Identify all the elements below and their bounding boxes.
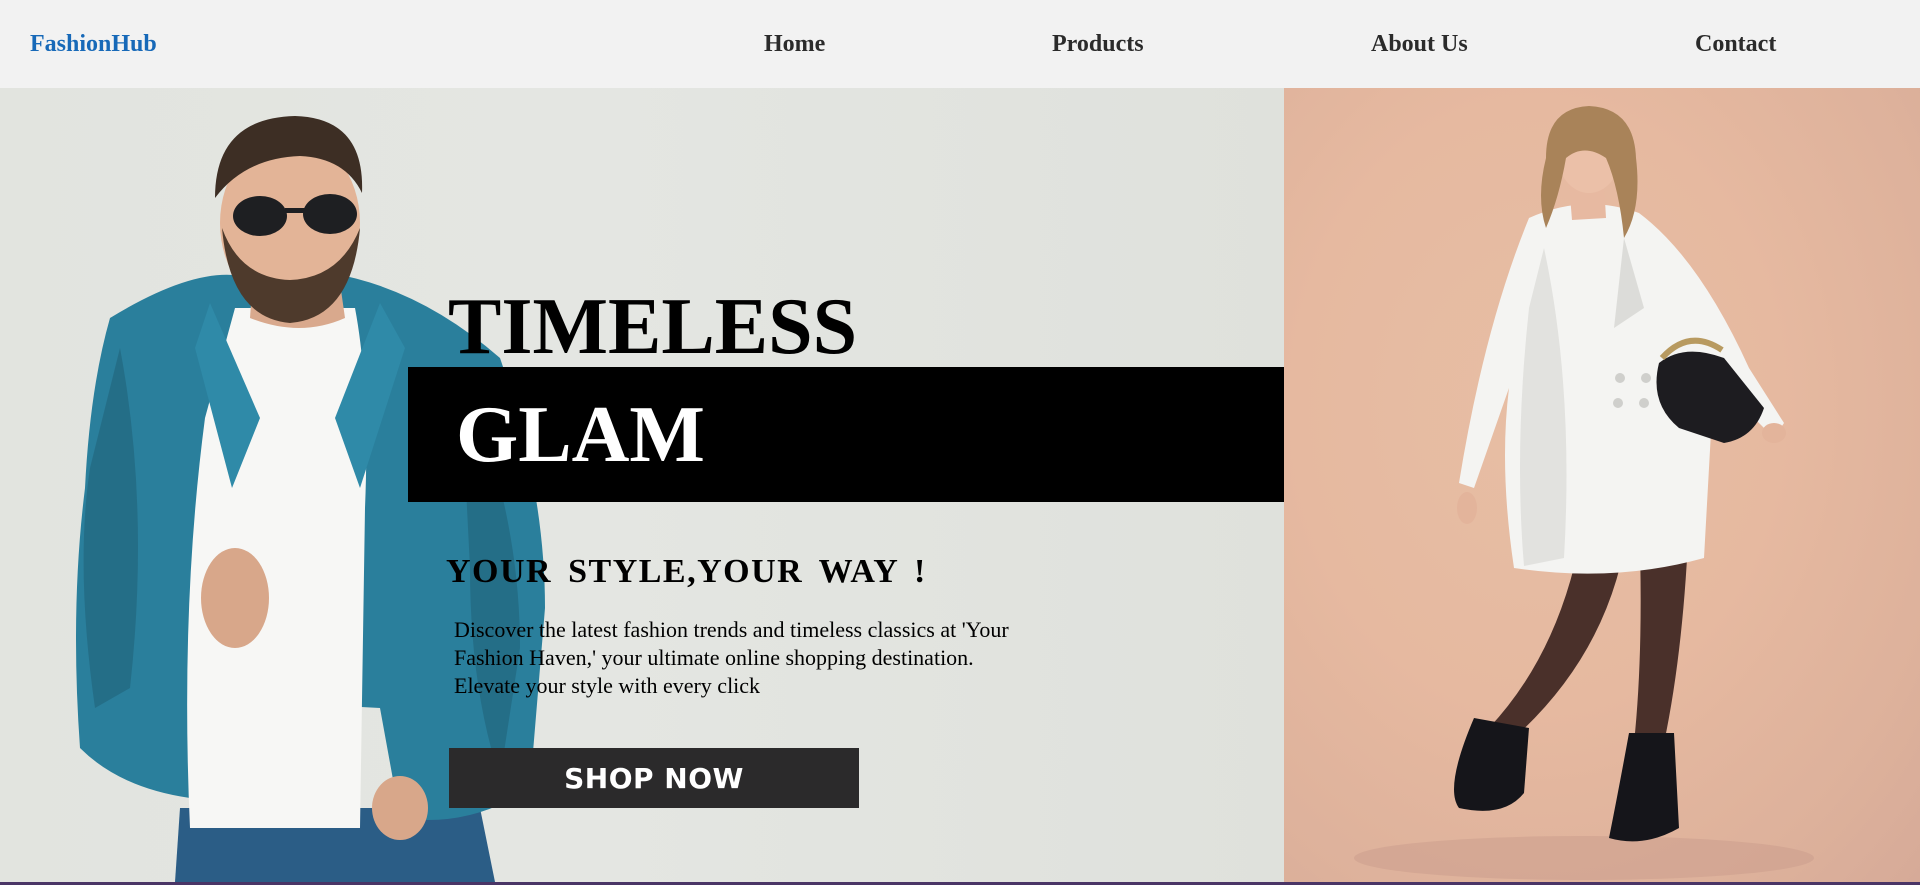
brand-logo[interactable]: FashionHub <box>30 29 157 59</box>
nav-about-us[interactable]: About Us <box>1371 29 1468 59</box>
hero-right-panel <box>1284 88 1920 882</box>
nav-contact[interactable]: Contact <box>1695 29 1776 59</box>
shop-now-button[interactable]: SHOP NOW <box>449 748 859 808</box>
navbar: FashionHub Home Products About Us Contac… <box>0 0 1920 88</box>
hero-left-panel: TIMELESS GLAM YOUR STYLE,YOUR WAY ! Disc… <box>0 88 1284 882</box>
hero-description: Discover the latest fashion trends and t… <box>454 617 1009 698</box>
nav-products[interactable]: Products <box>1052 29 1144 59</box>
nav-home[interactable]: Home <box>764 29 825 59</box>
headline-timeless: TIMELESS <box>448 283 858 371</box>
woman-in-white-coat-photo <box>1354 106 1814 880</box>
headline-glam: GLAM <box>456 391 705 479</box>
hero-section: TIMELESS GLAM YOUR STYLE,YOUR WAY ! Disc… <box>0 88 1920 882</box>
tagline: YOUR STYLE,YOUR WAY ! <box>446 553 927 590</box>
glam-band: GLAM <box>408 367 1284 502</box>
